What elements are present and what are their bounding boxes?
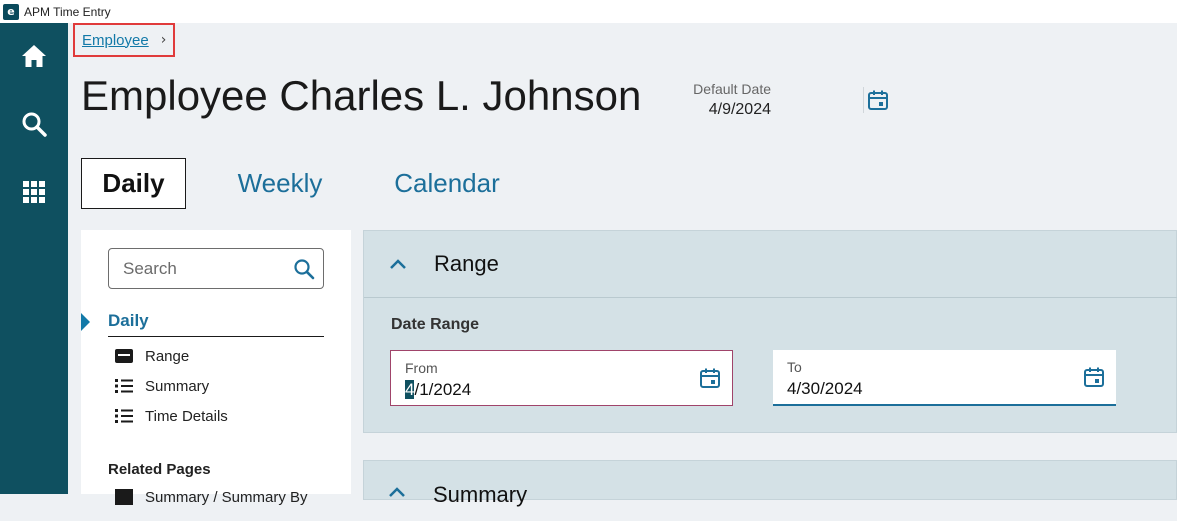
default-date: Default Date 4/9/2024	[688, 81, 771, 119]
section-search	[108, 248, 324, 289]
chevron-up-icon	[388, 485, 408, 505]
default-date-label: Default Date	[693, 81, 771, 97]
main-content: Employee › Employee Charles L. Johnson D…	[68, 23, 1177, 507]
nav-item-label: Range	[145, 347, 190, 365]
window-title: APM Time Entry	[24, 4, 111, 19]
form-icon	[115, 348, 133, 364]
home-icon	[22, 45, 46, 67]
list-icon	[115, 408, 133, 424]
chevron-up-icon	[388, 254, 408, 274]
nav-item-range[interactable]: Range	[115, 345, 189, 367]
default-date-value: 4/9/2024	[708, 101, 771, 118]
divider	[863, 87, 864, 113]
to-date-label: To	[787, 359, 802, 375]
summary-section-title: Summary	[433, 482, 528, 507]
search-icon	[294, 259, 315, 280]
breadcrumb-employee-link[interactable]: Employee	[82, 32, 149, 49]
app-logo-icon: e	[3, 3, 19, 20]
tab-daily[interactable]: Daily	[81, 158, 186, 209]
section-search-button[interactable]	[293, 258, 315, 280]
page-title: Employee Charles L. Johnson	[81, 72, 642, 119]
related-page-label: Summary / Summary By	[145, 488, 308, 506]
nav-item-time-details[interactable]: Time Details	[115, 405, 228, 427]
calendar-icon	[1084, 367, 1104, 387]
range-section-title: Range	[434, 251, 499, 276]
search-button[interactable]	[14, 104, 54, 144]
list-icon	[115, 378, 133, 394]
related-page-link[interactable]: Summary / Summary By	[115, 486, 308, 508]
range-section: Range Date Range From 4/1/2024 To 4/30/2…	[363, 230, 1177, 433]
calendar-icon	[868, 90, 888, 110]
grid-icon	[23, 181, 45, 203]
summary-section: Summary	[363, 460, 1177, 507]
related-pages-heading: Related Pages	[108, 461, 211, 478]
date-range-label: Date Range	[391, 316, 480, 333]
page-icon	[115, 489, 133, 505]
chevron-right-icon: ›	[160, 32, 167, 48]
from-date-calendar-button[interactable]	[698, 366, 722, 390]
range-section-header[interactable]: Range	[364, 231, 1177, 298]
window-titlebar: e APM Time Entry	[0, 0, 1177, 23]
search-icon	[22, 112, 47, 137]
summary-section-header[interactable]: Summary	[364, 461, 1177, 521]
apps-button[interactable]	[14, 172, 54, 212]
left-rail	[0, 23, 68, 494]
home-button[interactable]	[14, 36, 54, 76]
to-date-calendar-button[interactable]	[1082, 365, 1106, 389]
from-date-value[interactable]: 4/1/2024	[405, 380, 471, 400]
breadcrumb: Employee ›	[73, 23, 175, 57]
calendar-icon	[700, 368, 720, 388]
section-nav-panel: Daily Range Summary Time Details Related…	[81, 230, 351, 506]
from-date-label: From	[405, 360, 438, 376]
from-date-rest: /1/2024	[414, 380, 472, 399]
to-date-field[interactable]: To 4/30/2024	[773, 350, 1116, 406]
section-search-input[interactable]	[109, 258, 289, 279]
active-section-marker-icon	[81, 313, 90, 331]
nav-heading-daily[interactable]: Daily	[108, 311, 324, 337]
default-date-calendar-button[interactable]	[865, 87, 891, 113]
nav-item-label: Summary	[145, 377, 210, 395]
to-date-value[interactable]: 4/30/2024	[787, 379, 863, 399]
tab-weekly[interactable]: Weekly	[220, 158, 340, 209]
from-date-field[interactable]: From 4/1/2024	[390, 350, 733, 406]
nav-item-label: Time Details	[145, 407, 228, 425]
nav-item-summary[interactable]: Summary	[115, 375, 209, 397]
tab-calendar[interactable]: Calendar	[382, 158, 512, 209]
